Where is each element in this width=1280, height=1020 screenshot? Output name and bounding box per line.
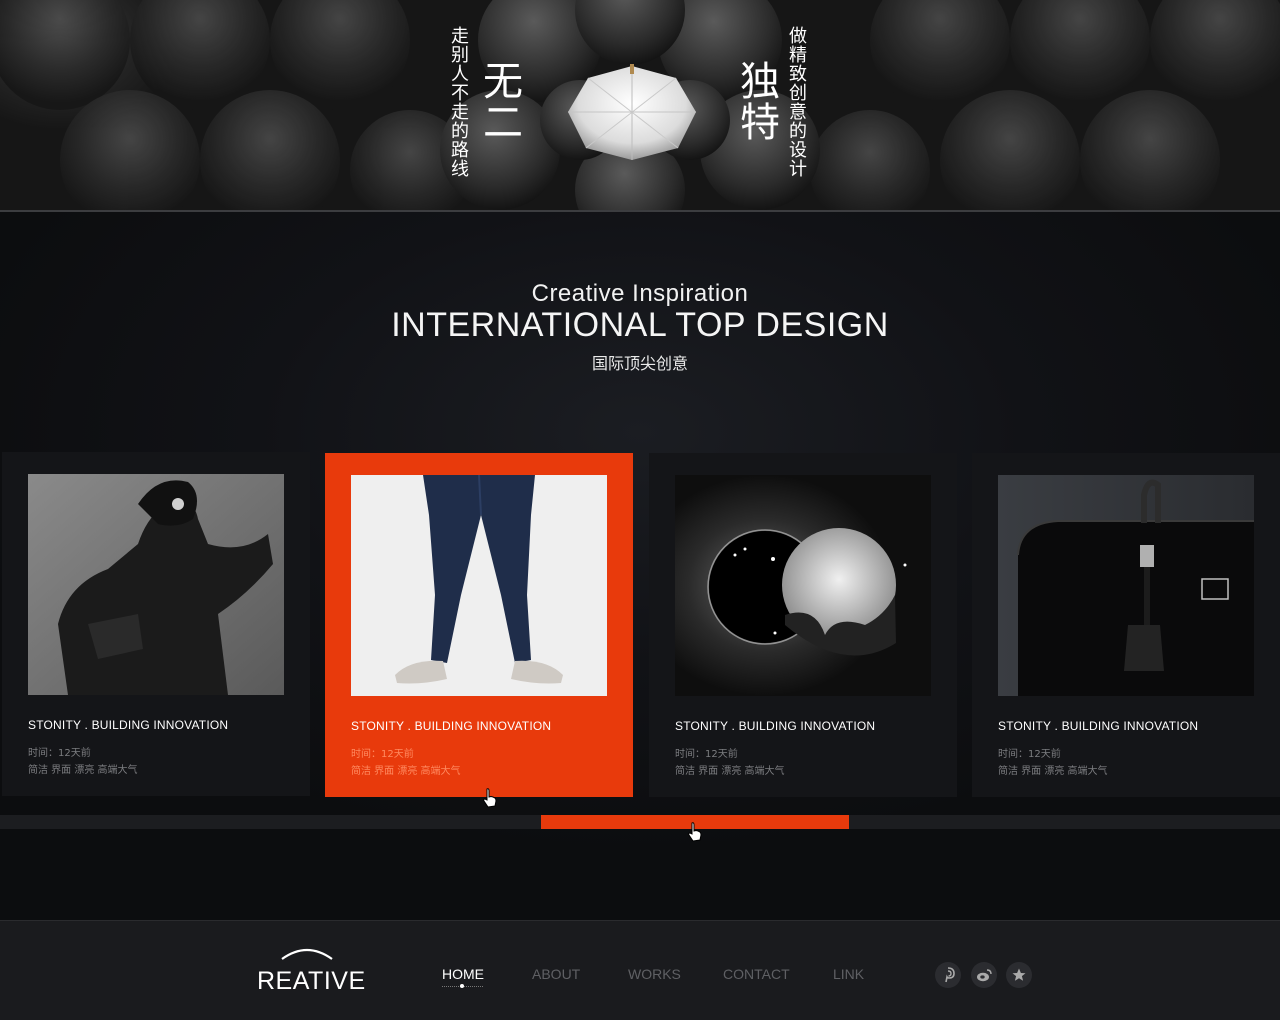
card-time: 时间：12天前	[351, 749, 414, 760]
main-section: Creative Inspiration INTERNATIONAL TOP D…	[0, 212, 1280, 920]
nav-link[interactable]: LINK	[833, 966, 864, 982]
nav-contact[interactable]: CONTACT	[723, 966, 790, 982]
card-title[interactable]: STONITY . BUILDING INNOVATION	[675, 719, 875, 733]
section-title-cn: 国际顶尖创意	[591, 354, 688, 373]
work-card-4[interactable]: STONITY . BUILDING INNOVATION 时间：12天前 简洁…	[972, 453, 1280, 797]
hand-cursor-icon	[688, 822, 702, 842]
card-tags: 简洁 界面 漂亮 高端大气	[351, 766, 461, 777]
card-tags: 简洁 界面 漂亮 高端大气	[28, 765, 138, 776]
hero-banner: 走别人不走的路线 无二 独特 做精致创意的设计	[0, 0, 1280, 212]
hand-cursor-icon	[483, 788, 497, 808]
work-card-2[interactable]: STONITY . BUILDING INNOVATION 时间：12天前 简洁…	[325, 453, 633, 797]
card-image-fashion-model[interactable]	[28, 474, 284, 695]
logo-arc-icon	[281, 948, 333, 960]
white-umbrella-image	[568, 64, 696, 160]
card-time: 时间：12天前	[675, 749, 738, 760]
card-time: 时间：12天前	[28, 748, 91, 759]
nav-works[interactable]: WORKS	[628, 966, 681, 982]
nav-about[interactable]: ABOUT	[532, 966, 580, 982]
hero-right-title: 独特	[733, 60, 779, 142]
weibo-icon[interactable]	[971, 962, 997, 988]
card-time: 时间：12天前	[998, 749, 1061, 760]
logo[interactable]: REATIVE	[257, 967, 366, 996]
card-tags: 简洁 界面 漂亮 高端大气	[998, 766, 1108, 777]
card-image-jeans[interactable]	[351, 475, 607, 696]
section-title: INTERNATIONAL TOP DESIGN	[391, 306, 889, 344]
hero-right-slogan: 做精致创意的设计	[786, 26, 807, 178]
card-title[interactable]: STONITY . BUILDING INNOVATION	[998, 719, 1198, 733]
nav-active-dot	[460, 984, 464, 988]
work-card-1[interactable]: STONITY . BUILDING INNOVATION 时间：12天前 简洁…	[2, 452, 310, 796]
hero-left-title: 无二	[476, 60, 522, 142]
work-card-3[interactable]: STONITY . BUILDING INNOVATION 时间：12天前 简洁…	[649, 453, 957, 797]
pinterest-icon[interactable]	[935, 962, 961, 988]
section-subtitle: Creative Inspiration	[531, 280, 749, 307]
card-image-handbag[interactable]	[998, 475, 1254, 696]
card-title[interactable]: STONITY . BUILDING INNOVATION	[351, 719, 551, 733]
hero-left-slogan: 走别人不走的路线	[448, 26, 469, 178]
footer: REATIVE HOME ABOUT WORKS CONTACT LINK	[0, 920, 1280, 1020]
star-icon[interactable]	[1006, 962, 1032, 988]
nav-home[interactable]: HOME	[442, 966, 484, 982]
card-image-eclipse[interactable]	[675, 475, 931, 696]
card-title[interactable]: STONITY . BUILDING INNOVATION	[28, 718, 228, 732]
card-tags: 简洁 界面 漂亮 高端大气	[675, 766, 785, 777]
